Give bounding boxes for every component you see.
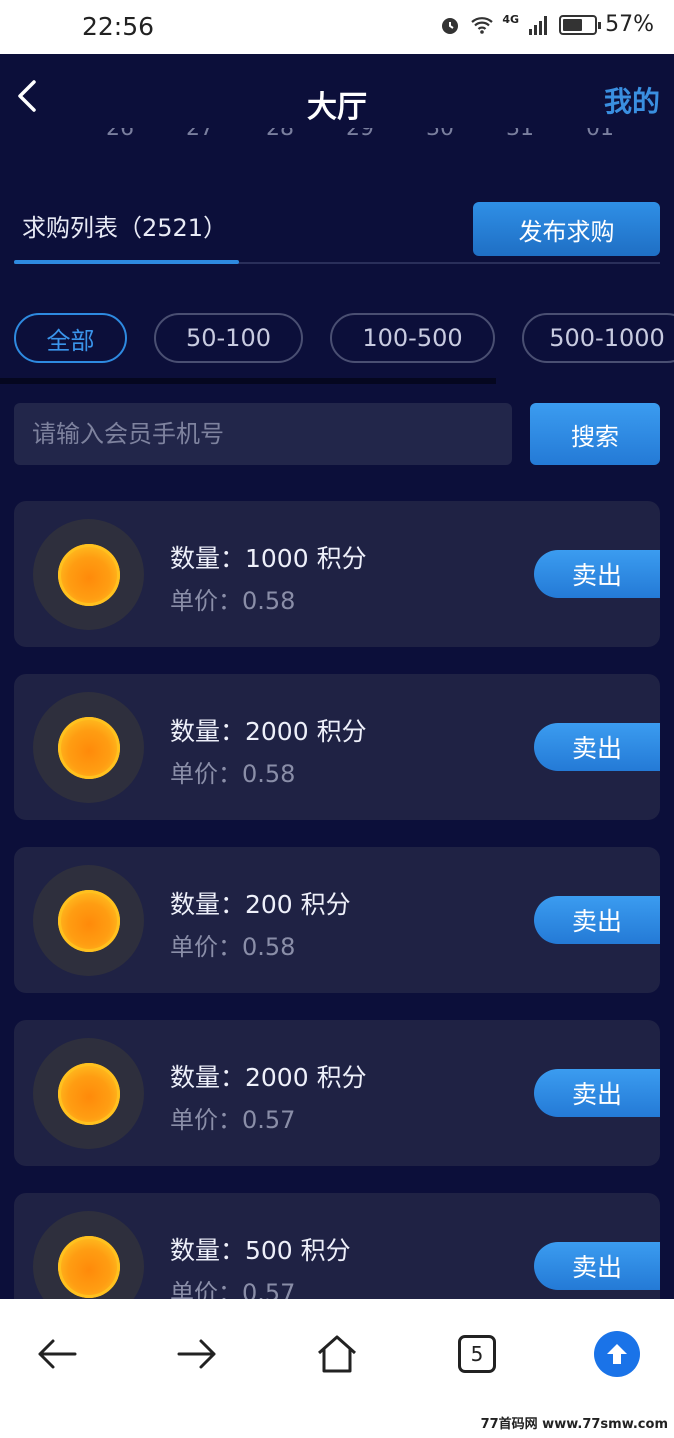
arrow-up-icon	[594, 1331, 640, 1377]
browser-home-button[interactable]	[312, 1329, 362, 1379]
order-card: 数量：200 积分 单价：0.58 卖出	[14, 847, 660, 993]
home-icon	[318, 1335, 356, 1373]
order-price: 单价：0.57	[170, 1106, 296, 1134]
order-quantity: 数量：500 积分	[170, 1236, 351, 1265]
order-quantity: 数量：2000 积分	[170, 717, 367, 746]
order-quantity: 数量：200 积分	[170, 890, 351, 919]
sell-button[interactable]: 卖出	[534, 723, 660, 771]
filter-chip-500-1000[interactable]: 500-1000	[522, 313, 674, 363]
date-label: 27	[186, 128, 214, 141]
phone-search-input[interactable]	[14, 403, 512, 465]
tab-row: 求购列表（2521） 发布求购	[14, 198, 660, 264]
coin-icon	[33, 692, 144, 803]
page-title: 大厅	[307, 90, 367, 125]
tab-underline	[14, 260, 239, 264]
browser-back-button[interactable]	[32, 1329, 82, 1379]
battery-level: 57%	[605, 12, 654, 37]
order-price: 单价：0.58	[170, 933, 296, 961]
order-list: 数量：1000 积分 单价：0.58 卖出 数量：2000 积分 单价：0.58…	[14, 501, 660, 1299]
status-bar: 22:56 4G 57%	[0, 0, 674, 54]
arrow-left-icon	[38, 1339, 77, 1369]
alarm-icon	[442, 17, 459, 34]
filter-chip-100-500[interactable]: 100-500	[330, 313, 495, 363]
mine-link[interactable]: 我的	[604, 80, 660, 120]
status-time: 22:56	[82, 12, 155, 41]
signal-icon	[529, 15, 548, 35]
arrow-right-icon	[177, 1339, 216, 1369]
browser-tabs-button[interactable]: 5	[452, 1329, 502, 1379]
filter-chip-50-100[interactable]: 50-100	[154, 313, 303, 363]
status-icons: 4G 57%	[438, 12, 654, 37]
date-strip: 26 27 28 29 30 31 01	[100, 128, 620, 148]
search-button[interactable]: 搜索	[530, 403, 660, 465]
coin-icon	[33, 519, 144, 630]
watermark: 77首码网 www.77smw.com	[480, 1417, 668, 1432]
order-price: 单价：0.58	[170, 587, 296, 615]
tab-purchase-list[interactable]: 求购列表（2521）	[22, 208, 227, 243]
sell-button[interactable]: 卖出	[534, 1069, 660, 1117]
browser-forward-button[interactable]	[172, 1329, 222, 1379]
scroll-top-button[interactable]	[592, 1329, 642, 1379]
sell-button[interactable]: 卖出	[534, 550, 660, 598]
battery-icon	[559, 14, 602, 35]
order-quantity: 数量：1000 积分	[170, 544, 367, 573]
tab-count: 5	[458, 1335, 496, 1373]
sell-button[interactable]: 卖出	[534, 896, 660, 944]
order-card: 数量：500 积分 单价：0.57 卖出	[14, 1193, 660, 1299]
system-nav-bar: 77首码网 www.77smw.com	[0, 1409, 674, 1438]
date-label: 01	[586, 128, 614, 141]
order-card: 数量：2000 积分 单价：0.57 卖出	[14, 1020, 660, 1166]
coin-icon	[33, 1038, 144, 1149]
order-card: 数量：2000 积分 单价：0.58 卖出	[14, 674, 660, 820]
order-card: 数量：1000 积分 单价：0.58 卖出	[14, 501, 660, 647]
app-header: 大厅 我的 26 27 28 29 30 31 01	[0, 54, 674, 154]
coin-icon	[33, 1211, 144, 1299]
browser-toolbar: 5	[0, 1299, 674, 1409]
filter-chips: 全部 50-100 100-500 500-1000	[14, 313, 674, 363]
chip-scrollbar	[0, 378, 496, 384]
date-label: 30	[426, 128, 454, 141]
date-label: 26	[106, 128, 134, 141]
date-label: 28	[266, 128, 294, 141]
coin-icon	[33, 865, 144, 976]
date-label: 31	[506, 128, 534, 141]
order-quantity: 数量：2000 积分	[170, 1063, 367, 1092]
network-type: 4G	[502, 13, 520, 26]
order-price: 单价：0.58	[170, 760, 296, 788]
sell-button[interactable]: 卖出	[534, 1242, 660, 1290]
publish-request-button[interactable]: 发布求购	[473, 202, 660, 256]
date-label: 29	[346, 128, 374, 141]
order-price: 单价：0.57	[170, 1279, 296, 1299]
filter-chip-all[interactable]: 全部	[14, 313, 127, 363]
wifi-icon	[471, 16, 494, 34]
